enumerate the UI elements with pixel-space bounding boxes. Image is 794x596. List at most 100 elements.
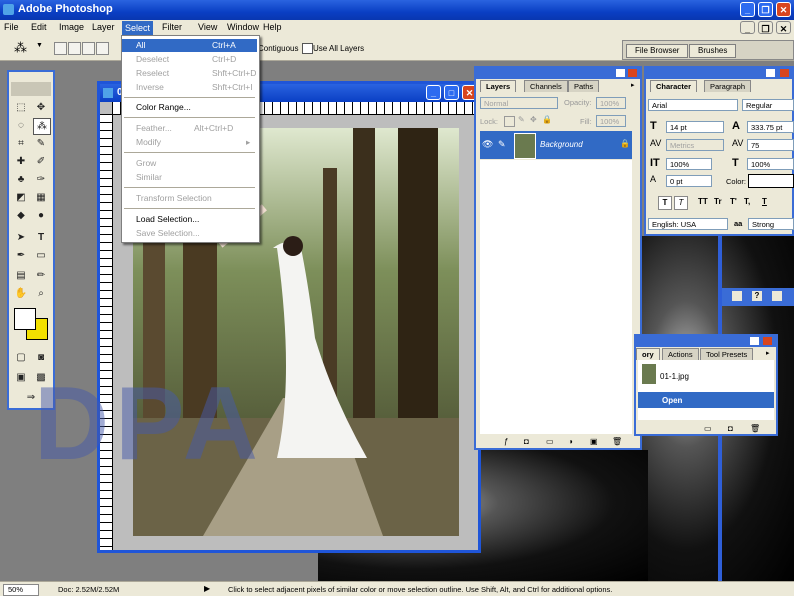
menu-item-similar[interactable]: Similar — [122, 171, 257, 184]
menu-item-grow[interactable]: Grow — [122, 157, 257, 170]
foreground-color-swatch[interactable] — [14, 308, 36, 330]
menu-item-deselect[interactable]: Deselect Ctrl+D — [122, 53, 257, 66]
document-maximize-button[interactable]: □ — [444, 85, 459, 100]
panel-close-icon[interactable] — [628, 69, 637, 77]
layer-row-background[interactable]: 👁 ✎ Background 🔒 — [480, 131, 632, 159]
menu-item-modify[interactable]: Modify ▸ — [122, 136, 257, 149]
add-selection-button[interactable] — [68, 42, 81, 55]
menu-layer[interactable]: Layer — [92, 22, 115, 32]
zoom-tool-icon[interactable]: ⌕ — [33, 286, 49, 301]
menu-file[interactable]: File — [4, 22, 19, 32]
leading-field[interactable]: 333.75 pt — [747, 121, 794, 133]
blend-mode-select[interactable]: Normal — [480, 97, 558, 109]
use-all-layers-checkbox[interactable] — [302, 43, 313, 54]
fill-field[interactable]: 100% — [596, 115, 626, 127]
move-tool-icon[interactable]: ✥ — [33, 100, 49, 115]
dodge-tool-icon[interactable]: ● — [33, 208, 49, 223]
faux-bold-button[interactable]: T — [658, 196, 672, 210]
eraser-tool-icon[interactable]: ◩ — [13, 190, 29, 205]
new-set-icon[interactable]: ▭ — [546, 437, 554, 446]
tab-paths[interactable]: Paths — [568, 80, 600, 92]
menu-view[interactable]: View — [198, 22, 217, 32]
new-selection-button[interactable] — [54, 42, 67, 55]
intersect-selection-button[interactable] — [96, 42, 109, 55]
font-family-select[interactable]: Arial — [648, 99, 738, 111]
add-mask-icon[interactable]: ◘ — [524, 437, 529, 446]
antialias-select[interactable]: Strong — [748, 218, 794, 230]
history-brush-icon[interactable]: ✑ — [33, 172, 49, 187]
all-caps-button[interactable]: TT — [698, 197, 708, 206]
menu-item-save-selection[interactable]: Save Selection... — [122, 227, 257, 240]
restore-button[interactable]: ❐ — [758, 2, 773, 17]
baseline-shift-field[interactable]: 0 pt — [666, 175, 712, 187]
history-step-open[interactable]: Open — [638, 392, 774, 408]
zoom-level-field[interactable]: 50% — [3, 584, 39, 596]
tab-tool-presets[interactable]: Tool Presets — [700, 348, 754, 360]
panel-close-icon[interactable] — [780, 69, 789, 77]
panel-menu-arrow-icon[interactable]: ▸ — [766, 349, 770, 357]
notes-tool-icon[interactable]: ▤ — [13, 268, 29, 283]
new-document-icon[interactable]: ▭ — [704, 424, 712, 433]
tab-actions[interactable]: Actions — [662, 348, 699, 360]
underline-button[interactable]: T — [762, 197, 767, 206]
tab-history[interactable]: ory — [636, 348, 660, 360]
status-arrow-icon[interactable]: ▶ — [204, 584, 210, 593]
subtract-selection-button[interactable] — [82, 42, 95, 55]
menu-edit[interactable]: Edit — [31, 22, 47, 32]
menu-item-reselect[interactable]: Reselect Shft+Ctrl+D — [122, 67, 257, 80]
use-all-layers-label[interactable]: Use All Layers — [313, 44, 364, 53]
lock-image-icon[interactable]: ✎ — [518, 115, 525, 124]
opacity-field[interactable]: 100% — [596, 97, 626, 109]
snapshot-name[interactable]: 01-1.jpg — [660, 372, 689, 381]
document-size[interactable]: Doc: 2.52M/2.52M — [58, 585, 119, 594]
layer-brush-icon[interactable]: ✎ — [498, 139, 506, 150]
doc-minimize-button[interactable]: _ — [740, 21, 755, 34]
palette-icon[interactable] — [732, 291, 742, 301]
font-style-select[interactable]: Regular — [742, 99, 794, 111]
blur-tool-icon[interactable]: ◆ — [13, 208, 29, 223]
shape-tool-icon[interactable]: ▭ — [33, 248, 49, 263]
magic-wand-tool-icon[interactable]: ⁂ — [33, 118, 51, 135]
menu-filter[interactable]: Filter — [162, 22, 182, 32]
menu-item-all[interactable]: All Ctrl+A — [122, 39, 257, 52]
adjustment-layer-icon[interactable]: ◑ — [568, 437, 573, 446]
brushes-tab[interactable]: Brushes — [689, 44, 737, 58]
healing-brush-icon[interactable]: ✚ — [13, 154, 29, 169]
pen-tool-icon[interactable]: ✒ — [13, 248, 29, 263]
tab-layers[interactable]: Layers — [480, 80, 517, 92]
menu-item-transform-selection[interactable]: Transform Selection — [122, 192, 257, 205]
new-snapshot-icon[interactable]: ◘ — [728, 424, 733, 433]
doc-close-button[interactable]: ✕ — [776, 21, 791, 34]
text-color-swatch[interactable] — [748, 174, 794, 188]
crop-tool-icon[interactable]: ⌗ — [13, 136, 29, 151]
lock-transparency-icon[interactable] — [504, 116, 515, 127]
menu-select[interactable]: Select — [122, 21, 154, 35]
menu-item-load-selection[interactable]: Load Selection... — [122, 213, 257, 226]
menu-item-inverse[interactable]: Inverse Shft+Ctrl+I — [122, 81, 257, 94]
standard-mode-icon[interactable]: ▢ — [13, 350, 29, 365]
faux-italic-button[interactable]: T — [674, 196, 688, 210]
language-select[interactable]: English: USA — [648, 218, 728, 230]
magic-wand-icon[interactable]: ⁂ — [14, 40, 27, 56]
layer-visibility-eye-icon[interactable]: 👁 — [482, 139, 493, 150]
menu-help[interactable]: Help — [263, 22, 282, 32]
minimize-button[interactable]: _ — [740, 2, 755, 17]
panel-menu-arrow-icon[interactable]: ▸ — [631, 81, 635, 89]
slice-tool-icon[interactable]: ✎ — [33, 136, 49, 151]
menu-window[interactable]: Window — [227, 22, 259, 32]
tab-paragraph[interactable]: Paragraph — [704, 80, 752, 92]
palette-arrow-icon[interactable] — [772, 291, 782, 301]
quick-mask-icon[interactable]: ◙ — [33, 350, 49, 365]
clone-stamp-icon[interactable]: ♣ — [13, 172, 29, 187]
horizontal-scale-field[interactable]: 100% — [747, 158, 794, 170]
lock-all-icon[interactable]: 🔒 — [542, 115, 552, 124]
eyedropper-tool-icon[interactable]: ✏ — [33, 268, 49, 283]
path-select-icon[interactable]: ➤ — [13, 230, 29, 245]
history-trash-icon[interactable]: 🗑 — [750, 424, 760, 433]
new-layer-icon[interactable]: ▣ — [590, 437, 598, 446]
panel-close-icon[interactable] — [763, 337, 772, 345]
lasso-tool-icon[interactable]: ◌ — [13, 118, 29, 133]
doc-restore-button[interactable]: ❐ — [758, 21, 773, 34]
contiguous-label[interactable]: Contiguous — [258, 44, 298, 53]
panel-minimize-icon[interactable] — [750, 337, 759, 345]
